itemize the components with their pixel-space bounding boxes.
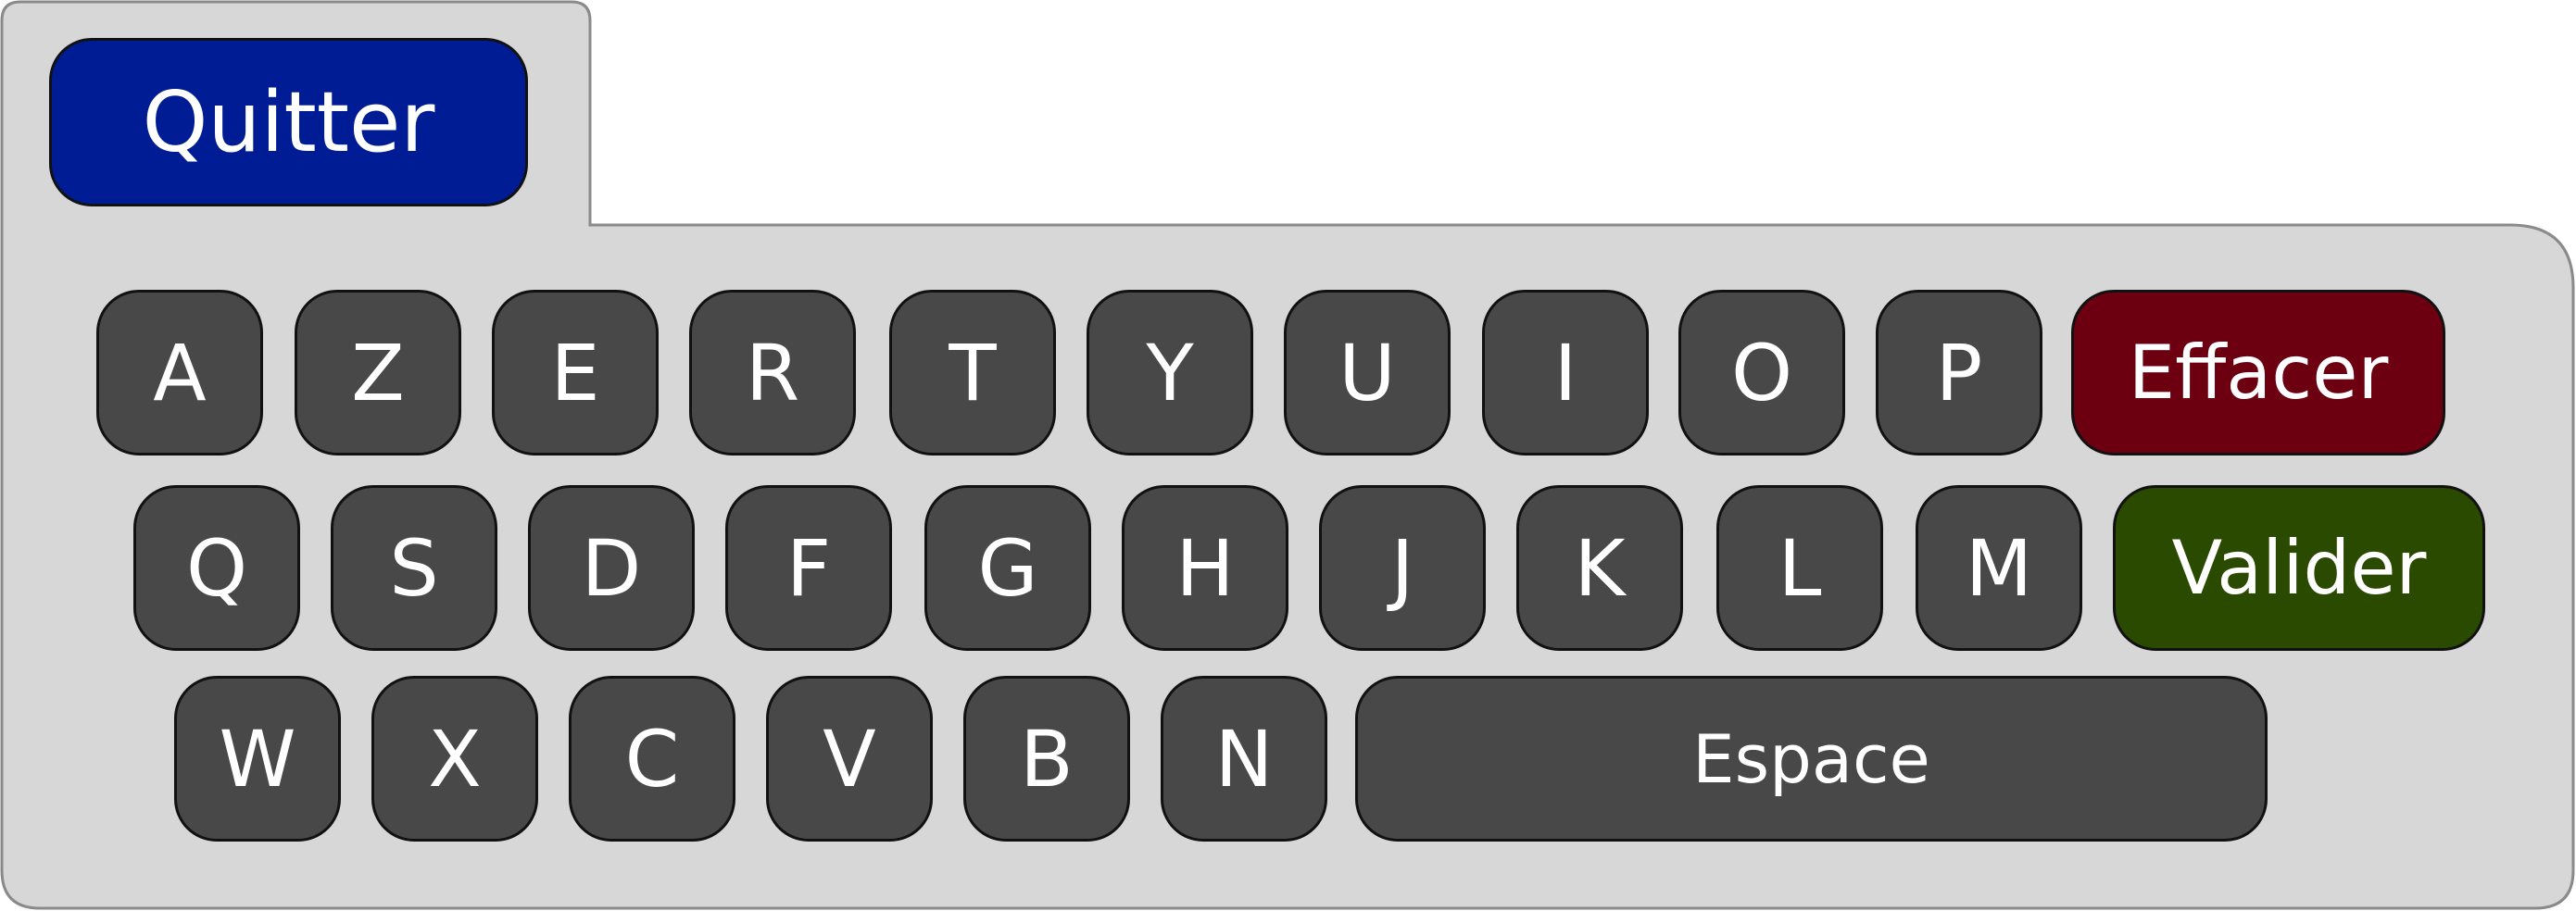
key-i[interactable]: I (1482, 290, 1649, 456)
key-g[interactable]: G (924, 485, 1091, 651)
key-h[interactable]: H (1122, 485, 1288, 651)
key-n[interactable]: N (1161, 676, 1327, 842)
key-u[interactable]: U (1284, 290, 1451, 456)
key-k[interactable]: K (1516, 485, 1683, 651)
virtual-keyboard: Quitter A Z E R T Y U I O P Effacer Q S … (0, 0, 2576, 911)
key-e[interactable]: E (492, 290, 659, 456)
key-b[interactable]: B (963, 676, 1130, 842)
space-button[interactable]: Espace (1355, 676, 2268, 842)
key-j[interactable]: J (1319, 485, 1486, 651)
key-w[interactable]: W (174, 676, 341, 842)
key-x[interactable]: X (371, 676, 538, 842)
erase-button[interactable]: Effacer (2071, 290, 2445, 456)
key-m[interactable]: M (1916, 485, 2082, 651)
key-l[interactable]: L (1716, 485, 1883, 651)
key-y[interactable]: Y (1087, 290, 1253, 456)
key-r[interactable]: R (689, 290, 856, 456)
key-c[interactable]: C (569, 676, 735, 842)
quit-button[interactable]: Quitter (49, 38, 528, 206)
key-q[interactable]: Q (133, 485, 300, 651)
key-s[interactable]: S (331, 485, 497, 651)
key-t[interactable]: T (889, 290, 1056, 456)
key-o[interactable]: O (1678, 290, 1845, 456)
key-f[interactable]: F (725, 485, 892, 651)
key-a[interactable]: A (96, 290, 263, 456)
key-z[interactable]: Z (295, 290, 461, 456)
key-d[interactable]: D (528, 485, 695, 651)
validate-button[interactable]: Valider (2113, 485, 2485, 651)
key-p[interactable]: P (1876, 290, 2042, 456)
key-v[interactable]: V (766, 676, 933, 842)
